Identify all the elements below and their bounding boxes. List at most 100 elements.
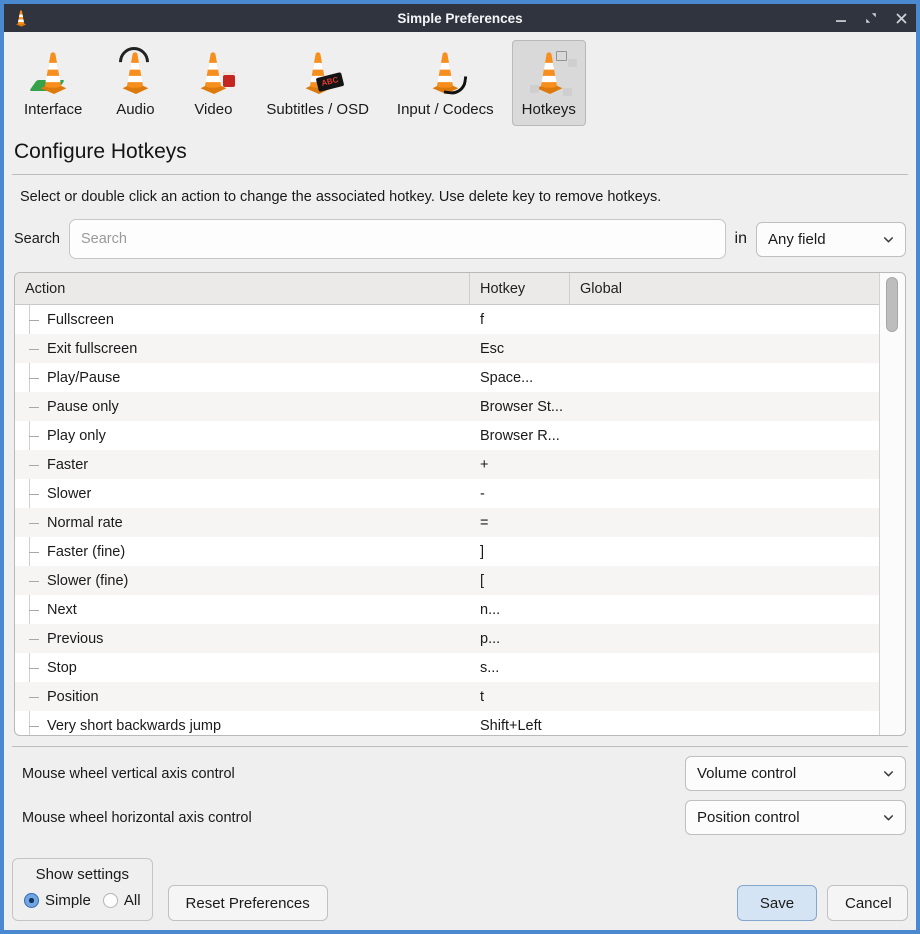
radio-label: All [124, 892, 141, 909]
save-button[interactable]: Save [737, 885, 817, 921]
table-row[interactable]: Normal rate= [15, 508, 880, 537]
table-row[interactable]: Previousp... [15, 624, 880, 653]
action-cell: Position [15, 689, 470, 705]
hotkey-cell: Space... [470, 370, 570, 386]
wheel-vertical-row: Mouse wheel vertical axis control Volume… [14, 756, 906, 791]
hotkey-cell: s... [470, 660, 570, 676]
radio-label: Simple [45, 892, 91, 909]
hotkey-cell: p... [470, 631, 570, 647]
tree-branch [29, 610, 39, 611]
search-field-select[interactable]: Any field [756, 222, 906, 257]
wheel-vertical-label: Mouse wheel vertical axis control [14, 766, 235, 782]
action-cell: Fullscreen [15, 312, 470, 328]
wheel-horizontal-value: Position control [697, 809, 800, 826]
radio-unselected-icon[interactable] [103, 893, 118, 908]
radio-selected-icon[interactable] [24, 893, 39, 908]
hotkey-cell: + [470, 457, 570, 473]
chevron-down-icon [882, 767, 895, 780]
table-row[interactable]: Slower (fine)[ [15, 566, 880, 595]
search-field-value: Any field [768, 231, 826, 248]
toolbar-item-label: Interface [24, 101, 82, 118]
table-row[interactable]: Slower- [15, 479, 880, 508]
action-cell: Stop [15, 660, 470, 676]
hotkey-cell: t [470, 689, 570, 705]
window-controls [818, 11, 908, 25]
toolbar-item-audio[interactable]: Audio [100, 40, 170, 126]
table-row[interactable]: Pause onlyBrowser St... [15, 392, 880, 421]
tree-branch [29, 378, 39, 379]
table-header: Action Hotkey Global [15, 273, 880, 305]
wheel-horizontal-select[interactable]: Position control [685, 800, 906, 835]
table-row[interactable]: Nextn... [15, 595, 880, 624]
action-cell: Faster (fine) [15, 544, 470, 560]
table-row[interactable]: Play/PauseSpace... [15, 363, 880, 392]
radio-option-simple[interactable]: Simple [24, 892, 91, 909]
table-row[interactable]: Stops... [15, 653, 880, 682]
table-row[interactable]: Very short backwards jumpShift+Left [15, 711, 880, 735]
minimize-button[interactable] [834, 11, 848, 25]
tree-branch [29, 639, 39, 640]
toolbar-item-input[interactable]: Input / Codecs [387, 40, 504, 126]
hotkey-cell: = [470, 515, 570, 531]
toolbar-item-label: Input / Codecs [397, 101, 494, 118]
restore-button[interactable] [864, 11, 878, 25]
footer-bar: Show settings Simple All Reset Preference… [4, 849, 916, 930]
radio-option-all[interactable]: All [103, 892, 141, 909]
hotkey-cell: n... [470, 602, 570, 618]
table-row[interactable]: Exit fullscreenEsc [15, 334, 880, 363]
search-input[interactable] [69, 219, 726, 259]
hotkey-cell: Browser St... [470, 399, 570, 415]
table-row[interactable]: Faster+ [15, 450, 880, 479]
column-header-action[interactable]: Action [15, 273, 470, 304]
action-cell: Next [15, 602, 470, 618]
toolbar-item-label: Video [194, 101, 232, 118]
subtitles-osd-cone-icon: ABC [293, 46, 343, 98]
divider [12, 746, 908, 747]
column-header-global[interactable]: Global [570, 273, 880, 304]
toolbar-item-video[interactable]: Video [178, 40, 248, 126]
preferences-window: Simple Preferences Interface Audio Video AB… [0, 0, 920, 934]
vlc-logo-icon [12, 9, 30, 27]
hotkeys-cone-icon [524, 46, 574, 98]
table-row[interactable]: Faster (fine)] [15, 537, 880, 566]
hotkey-cell: ] [470, 544, 570, 560]
reset-preferences-button[interactable]: Reset Preferences [168, 885, 328, 921]
hotkey-cell: [ [470, 573, 570, 589]
table-row[interactable]: Fullscreenf [15, 305, 880, 334]
column-header-hotkey[interactable]: Hotkey [470, 273, 570, 304]
tree-branch [29, 697, 39, 698]
tree-branch [29, 494, 39, 495]
table-scrollbar[interactable] [879, 273, 905, 735]
tree-branch [29, 349, 39, 350]
action-cell: Play/Pause [15, 370, 470, 386]
tree-branch [29, 320, 39, 321]
hotkey-cell: - [470, 486, 570, 502]
tree-branch [29, 465, 39, 466]
scrollbar-thumb[interactable] [886, 277, 898, 332]
toolbar-item-interface[interactable]: Interface [14, 40, 92, 126]
show-settings-options: Simple All [24, 892, 141, 909]
cancel-button[interactable]: Cancel [827, 885, 908, 921]
action-cell: Very short backwards jump [15, 718, 470, 734]
hotkey-cell: Esc [470, 341, 570, 357]
table-row[interactable]: Positiont [15, 682, 880, 711]
toolbar-item-hotkeys[interactable]: Hotkeys [512, 40, 586, 126]
action-cell: Faster [15, 457, 470, 473]
table-body: FullscreenfExit fullscreenEscPlay/PauseS… [15, 305, 880, 735]
action-cell: Exit fullscreen [15, 341, 470, 357]
wheel-horizontal-label: Mouse wheel horizontal axis control [14, 810, 252, 826]
toolbar-item-subtitles[interactable]: ABCSubtitles / OSD [256, 40, 379, 126]
wheel-vertical-value: Volume control [697, 765, 796, 782]
wheel-horizontal-row: Mouse wheel horizontal axis control Posi… [14, 800, 906, 835]
wheel-vertical-select[interactable]: Volume control [685, 756, 906, 791]
dialog-content: Interface Audio Video ABCSubtitles / OSD Inp… [4, 32, 916, 849]
hotkeys-table: Action Hotkey Global FullscreenfExit ful… [14, 272, 906, 736]
divider [12, 174, 908, 175]
table-row[interactable]: Play onlyBrowser R... [15, 421, 880, 450]
close-button[interactable] [894, 11, 908, 25]
input-codecs-cone-icon [420, 46, 470, 98]
window-title: Simple Preferences [102, 11, 818, 26]
action-cell: Slower (fine) [15, 573, 470, 589]
show-settings-title: Show settings [24, 866, 141, 883]
category-toolbar: Interface Audio Video ABCSubtitles / OSD Inp… [14, 40, 906, 126]
